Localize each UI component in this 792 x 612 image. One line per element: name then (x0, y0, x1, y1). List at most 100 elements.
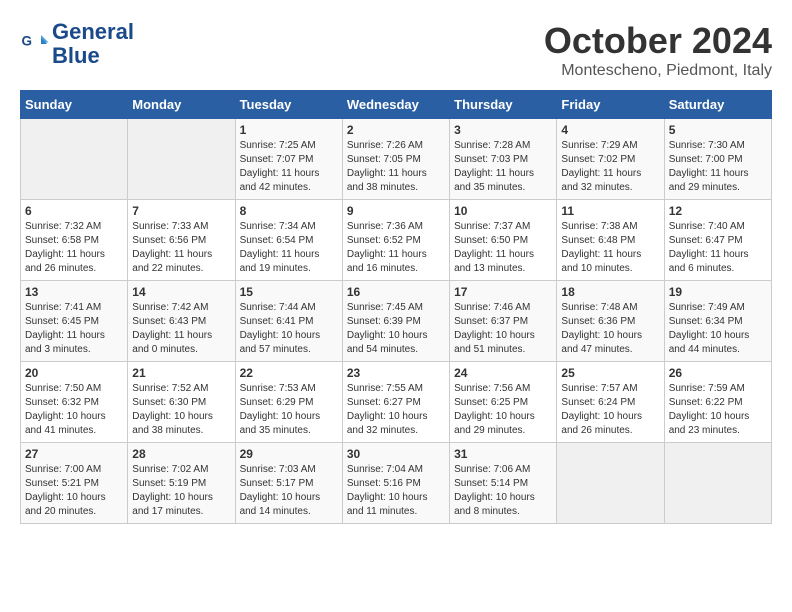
weekday-header-friday: Friday (557, 91, 664, 119)
day-number: 22 (240, 366, 338, 380)
calendar-table: SundayMondayTuesdayWednesdayThursdayFrid… (20, 90, 772, 524)
weekday-header-saturday: Saturday (664, 91, 771, 119)
day-number: 11 (561, 204, 659, 218)
day-number: 24 (454, 366, 552, 380)
day-number: 6 (25, 204, 123, 218)
table-cell: 9 Sunrise: 7:36 AM Sunset: 6:52 PM Daylig… (342, 200, 449, 281)
day-number: 7 (132, 204, 230, 218)
day-number: 31 (454, 447, 552, 461)
day-info: Sunrise: 7:28 AM Sunset: 7:03 PM Dayligh… (454, 139, 552, 195)
logo-line2: Blue (52, 44, 134, 68)
day-number: 27 (25, 447, 123, 461)
day-info: Sunrise: 7:45 AM Sunset: 6:39 PM Dayligh… (347, 301, 445, 357)
table-cell: 27 Sunrise: 7:00 AM Sunset: 5:21 PM Dayli… (21, 443, 128, 524)
day-info: Sunrise: 7:37 AM Sunset: 6:50 PM Dayligh… (454, 220, 552, 276)
table-cell: 25 Sunrise: 7:57 AM Sunset: 6:24 PM Dayli… (557, 362, 664, 443)
day-info: Sunrise: 7:04 AM Sunset: 5:16 PM Dayligh… (347, 463, 445, 519)
logo-line1: General (52, 20, 134, 44)
table-cell: 18 Sunrise: 7:48 AM Sunset: 6:36 PM Dayli… (557, 281, 664, 362)
weekday-header-row: SundayMondayTuesdayWednesdayThursdayFrid… (21, 91, 772, 119)
day-info: Sunrise: 7:44 AM Sunset: 6:41 PM Dayligh… (240, 301, 338, 357)
table-cell: 8Sunrise: 7:34 AM Sunset: 6:54 PM Daylig… (235, 200, 342, 281)
table-cell: 6 Sunrise: 7:32 AM Sunset: 6:58 PM Daylig… (21, 200, 128, 281)
table-cell (21, 119, 128, 200)
day-info: Sunrise: 7:29 AM Sunset: 7:02 PM Dayligh… (561, 139, 659, 195)
day-info: Sunrise: 7:02 AM Sunset: 5:19 PM Dayligh… (132, 463, 230, 519)
table-cell (128, 119, 235, 200)
table-cell: 21 Sunrise: 7:52 AM Sunset: 6:30 PM Dayli… (128, 362, 235, 443)
table-cell: 3 Sunrise: 7:28 AM Sunset: 7:03 PM Daylig… (450, 119, 557, 200)
table-cell (664, 443, 771, 524)
week-row-2: 6 Sunrise: 7:32 AM Sunset: 6:58 PM Daylig… (21, 200, 772, 281)
table-cell: 2 Sunrise: 7:26 AM Sunset: 7:05 PM Daylig… (342, 119, 449, 200)
day-number: 29 (240, 447, 338, 461)
day-number: 20 (25, 366, 123, 380)
table-cell: 1Sunrise: 7:25 AM Sunset: 7:07 PM Daylig… (235, 119, 342, 200)
table-cell: 14Sunrise: 7:42 AM Sunset: 6:43 PM Dayli… (128, 281, 235, 362)
day-number: 16 (347, 285, 445, 299)
day-info: Sunrise: 7:48 AM Sunset: 6:36 PM Dayligh… (561, 301, 659, 357)
day-info: Sunrise: 7:26 AM Sunset: 7:05 PM Dayligh… (347, 139, 445, 195)
table-cell: 16 Sunrise: 7:45 AM Sunset: 6:39 PM Dayli… (342, 281, 449, 362)
day-number: 21 (132, 366, 230, 380)
table-cell: 15 Sunrise: 7:44 AM Sunset: 6:41 PM Dayli… (235, 281, 342, 362)
day-info: Sunrise: 7:34 AM Sunset: 6:54 PM Dayligh… (240, 220, 338, 276)
day-number: 3 (454, 123, 552, 137)
logo: G General Blue (20, 20, 134, 68)
location-title: Montescheno, Piedmont, Italy (544, 62, 772, 80)
day-number: 15 (240, 285, 338, 299)
day-info: Sunrise: 7:00 AM Sunset: 5:21 PM Dayligh… (25, 463, 123, 519)
table-cell: 10 Sunrise: 7:37 AM Sunset: 6:50 PM Dayli… (450, 200, 557, 281)
day-number: 18 (561, 285, 659, 299)
table-cell: 28 Sunrise: 7:02 AM Sunset: 5:19 PM Dayli… (128, 443, 235, 524)
day-info: Sunrise: 7:56 AM Sunset: 6:25 PM Dayligh… (454, 382, 552, 438)
table-cell: 12Sunrise: 7:40 AM Sunset: 6:47 PM Dayli… (664, 200, 771, 281)
day-info: Sunrise: 7:38 AM Sunset: 6:48 PM Dayligh… (561, 220, 659, 276)
day-number: 9 (347, 204, 445, 218)
month-title: October 2024 (544, 20, 772, 62)
week-row-1: 1Sunrise: 7:25 AM Sunset: 7:07 PM Daylig… (21, 119, 772, 200)
weekday-header-thursday: Thursday (450, 91, 557, 119)
day-number: 14 (132, 285, 230, 299)
day-info: Sunrise: 7:59 AM Sunset: 6:22 PM Dayligh… (669, 382, 767, 438)
day-info: Sunrise: 7:55 AM Sunset: 6:27 PM Dayligh… (347, 382, 445, 438)
svg-text:G: G (22, 34, 33, 49)
day-number: 30 (347, 447, 445, 461)
day-number: 17 (454, 285, 552, 299)
day-number: 28 (132, 447, 230, 461)
day-info: Sunrise: 7:57 AM Sunset: 6:24 PM Dayligh… (561, 382, 659, 438)
table-cell: 24 Sunrise: 7:56 AM Sunset: 6:25 PM Dayli… (450, 362, 557, 443)
week-row-3: 13Sunrise: 7:41 AM Sunset: 6:45 PM Dayli… (21, 281, 772, 362)
day-number: 10 (454, 204, 552, 218)
table-cell: 19Sunrise: 7:49 AM Sunset: 6:34 PM Dayli… (664, 281, 771, 362)
table-cell: 13Sunrise: 7:41 AM Sunset: 6:45 PM Dayli… (21, 281, 128, 362)
table-cell: 11 Sunrise: 7:38 AM Sunset: 6:48 PM Dayli… (557, 200, 664, 281)
day-number: 25 (561, 366, 659, 380)
day-number: 26 (669, 366, 767, 380)
table-cell: 31 Sunrise: 7:06 AM Sunset: 5:14 PM Dayli… (450, 443, 557, 524)
day-info: Sunrise: 7:06 AM Sunset: 5:14 PM Dayligh… (454, 463, 552, 519)
day-number: 1 (240, 123, 338, 137)
logo-icon: G (20, 29, 50, 59)
table-cell: 23Sunrise: 7:55 AM Sunset: 6:27 PM Dayli… (342, 362, 449, 443)
day-info: Sunrise: 7:30 AM Sunset: 7:00 PM Dayligh… (669, 139, 767, 195)
day-info: Sunrise: 7:36 AM Sunset: 6:52 PM Dayligh… (347, 220, 445, 276)
table-cell: 5Sunrise: 7:30 AM Sunset: 7:00 PM Daylig… (664, 119, 771, 200)
day-info: Sunrise: 7:53 AM Sunset: 6:29 PM Dayligh… (240, 382, 338, 438)
day-info: Sunrise: 7:32 AM Sunset: 6:58 PM Dayligh… (25, 220, 123, 276)
day-info: Sunrise: 7:52 AM Sunset: 6:30 PM Dayligh… (132, 382, 230, 438)
day-number: 19 (669, 285, 767, 299)
day-number: 4 (561, 123, 659, 137)
day-info: Sunrise: 7:41 AM Sunset: 6:45 PM Dayligh… (25, 301, 123, 357)
day-number: 2 (347, 123, 445, 137)
table-cell: 20Sunrise: 7:50 AM Sunset: 6:32 PM Dayli… (21, 362, 128, 443)
table-cell: 22 Sunrise: 7:53 AM Sunset: 6:29 PM Dayli… (235, 362, 342, 443)
week-row-4: 20Sunrise: 7:50 AM Sunset: 6:32 PM Dayli… (21, 362, 772, 443)
table-cell: 26 Sunrise: 7:59 AM Sunset: 6:22 PM Dayli… (664, 362, 771, 443)
week-row-5: 27 Sunrise: 7:00 AM Sunset: 5:21 PM Dayli… (21, 443, 772, 524)
day-info: Sunrise: 7:33 AM Sunset: 6:56 PM Dayligh… (132, 220, 230, 276)
table-cell: 30 Sunrise: 7:04 AM Sunset: 5:16 PM Dayli… (342, 443, 449, 524)
day-number: 12 (669, 204, 767, 218)
weekday-header-wednesday: Wednesday (342, 91, 449, 119)
title-area: October 2024 Montescheno, Piedmont, Ital… (544, 20, 772, 80)
